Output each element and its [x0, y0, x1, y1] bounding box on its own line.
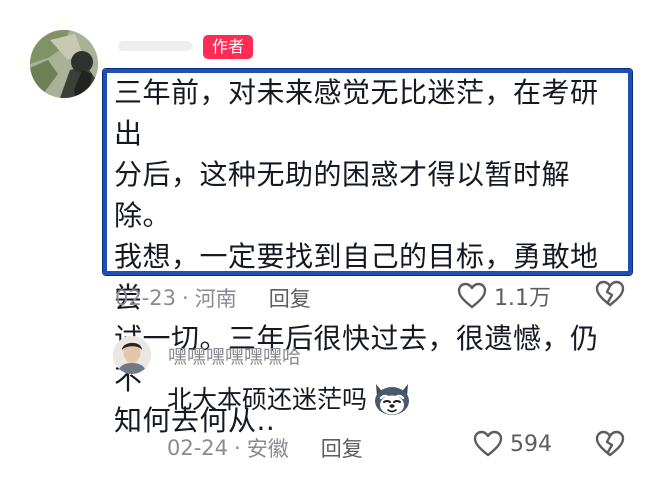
reply-date: 02-24: [167, 436, 229, 460]
author-avatar-image: [30, 30, 98, 98]
author-avatar[interactable]: [30, 30, 98, 98]
reply-reply-button[interactable]: 回复: [321, 433, 363, 463]
author-username-obscured: [118, 41, 192, 51]
comment-dislike-button[interactable]: [595, 280, 625, 308]
comment-like-button[interactable]: 1.1万: [457, 280, 551, 312]
author-badge: 作者: [203, 35, 253, 59]
reply-text: 北大本硕还迷茫吗: [167, 385, 368, 414]
reply-meta: 02-24 · 安徽 回复: [167, 433, 363, 463]
reply-location: 安徽: [246, 437, 289, 461]
broken-heart-icon: [595, 280, 625, 307]
comment-reply-button[interactable]: 回复: [269, 283, 311, 313]
reply-username[interactable]: 嘿嘿嘿嘿嘿嘿哈: [168, 342, 301, 369]
reply-like-button[interactable]: 594: [473, 430, 552, 458]
heart-outline-icon: [473, 430, 503, 457]
reply-avatar[interactable]: [113, 336, 151, 374]
broken-heart-icon: [595, 430, 625, 457]
husky-dog-emoji-icon: [375, 384, 410, 415]
comment-like-count: 1.1万: [494, 286, 551, 311]
meta-separator: ·: [182, 286, 189, 310]
reply-text-row: 北大本硕还迷茫吗: [167, 379, 413, 417]
comment-meta: 02-23 · 河南 回复: [115, 283, 311, 313]
meta-separator: ·: [234, 436, 241, 460]
comment-location: 河南: [194, 287, 237, 311]
heart-outline-icon: [457, 282, 487, 309]
reply-like-count: 594: [510, 431, 552, 457]
reply-avatar-image: [113, 336, 151, 374]
reply-dislike-button[interactable]: [595, 430, 625, 458]
comment-date: 02-23: [115, 286, 177, 310]
